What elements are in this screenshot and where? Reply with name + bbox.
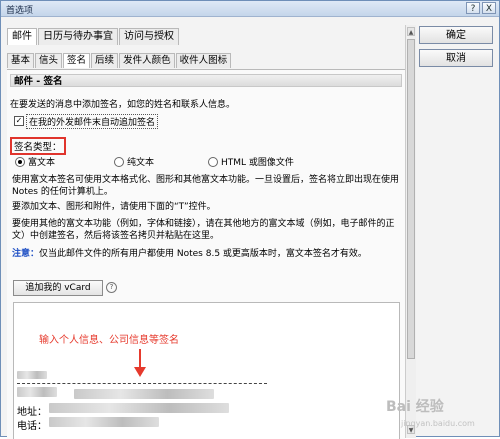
redacted-text: [49, 417, 159, 427]
signature-panel: 邮件 - 签名 在要发送的消息中添加签名，如您的姓名和联系人信息。 ✓ 在我的外…: [7, 69, 405, 439]
tab-followup[interactable]: 后续: [91, 53, 119, 68]
rich-text-description: 使用富文本签名可使用文本格式化、图形和其他富文本功能。一旦设置后，签名将立即出现…: [12, 175, 400, 197]
ok-button[interactable]: 确定: [419, 26, 493, 44]
signature-divider: [17, 383, 267, 384]
scroll-up-icon[interactable]: ▲: [407, 27, 415, 36]
help-circle-icon[interactable]: ?: [106, 282, 117, 293]
tab-sender-colors[interactable]: 发件人颜色: [119, 53, 175, 68]
tab-recipient-icons[interactable]: 收件人图标: [175, 53, 232, 68]
close-icon[interactable]: X: [482, 2, 496, 14]
append-vcard-button[interactable]: 追加我的 vCard: [13, 280, 103, 296]
help-icon[interactable]: ?: [466, 2, 480, 14]
phone-label: 电话：: [17, 421, 47, 432]
radio-html-image-label: HTML 或图像文件: [221, 158, 294, 168]
arrow-head-icon: [134, 367, 146, 377]
radio-plain-text[interactable]: [114, 157, 124, 167]
intro-text: 在要发送的消息中添加签名，如您的姓名和联系人信息。: [10, 100, 236, 110]
radio-rich-text-label: 富文本: [28, 158, 56, 168]
tab-calendar[interactable]: 日历与待办事宜: [38, 28, 118, 45]
secondary-tabs: 基本 信头 签名 后续 发件人颜色 收件人图标: [7, 53, 232, 68]
tab-access[interactable]: 访问与授权: [119, 28, 179, 45]
tab-mail[interactable]: 邮件: [7, 28, 37, 45]
annotation-text: 输入个人信息、公司信息等签名: [39, 335, 179, 346]
cancel-button[interactable]: 取消: [419, 49, 493, 67]
compatibility-note: 注意：仅当此邮件文件的所有用户都使用 Notes 8.5 或更高版本时，富文本签…: [12, 248, 400, 260]
watermark-url: jingyan.baidu.com: [401, 419, 475, 428]
signature-type-label: 签名类型：: [10, 137, 66, 155]
redacted-text: [17, 371, 47, 379]
tab-header[interactable]: 信头: [35, 53, 63, 68]
radio-plain-text-label: 纯文本: [127, 158, 155, 168]
arrow-down-icon: [139, 349, 141, 369]
radio-rich-text[interactable]: [15, 157, 25, 167]
scroll-thumb[interactable]: [407, 39, 415, 359]
primary-tabs: 邮件 日历与待办事宜 访问与授权: [7, 28, 180, 45]
title-bar: 首选项 ? X: [1, 1, 499, 17]
redacted-text: [49, 403, 229, 413]
add-content-hint: 要添加文本、图形和附件，请使用下面的“T”控件。: [12, 202, 216, 212]
watermark-logo: Bai 经验: [386, 399, 444, 415]
signature-editor[interactable]: 输入个人信息、公司信息等签名 地址： 电话：: [13, 302, 400, 439]
tab-signature[interactable]: 签名: [63, 53, 91, 68]
vertical-scrollbar[interactable]: ▲ ▼: [405, 25, 416, 438]
radio-html-image[interactable]: [208, 157, 218, 167]
window-title: 首选项: [6, 6, 34, 16]
redacted-text: [17, 387, 57, 397]
section-title: 邮件 - 签名: [10, 74, 402, 87]
tab-basic[interactable]: 基本: [7, 53, 35, 68]
address-label: 地址：: [17, 407, 47, 418]
auto-append-checkbox[interactable]: ✓: [14, 116, 24, 126]
redacted-text: [74, 389, 214, 399]
note-text: 仅当此邮件文件的所有用户都使用 Notes 8.5 或更高版本时，富文本签名才有…: [39, 249, 367, 259]
other-features-hint: 要使用其他的富文本功能（例如，字体和链接），请在其他地方的富文本域（例如，电子邮…: [12, 219, 395, 241]
note-label: 注意：: [12, 249, 40, 259]
auto-append-label[interactable]: 在我的外发邮件末自动追加签名: [26, 114, 159, 129]
preferences-window: 首选项 ? X 邮件 日历与待办事宜 访问与授权 基本 信头 签名 后续 发件人…: [0, 0, 500, 439]
